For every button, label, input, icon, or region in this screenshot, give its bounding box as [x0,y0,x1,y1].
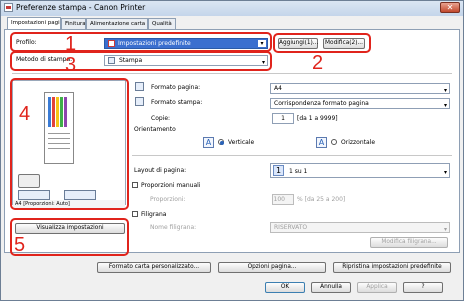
orientation-label: Orientamento [134,126,176,133]
landscape-label: Orizzontale [341,139,376,146]
landscape-radio[interactable] [331,139,337,145]
tab-paper-source[interactable]: Alimentazione carta [86,18,148,29]
scaling-range: % [da 25 a 200] [297,196,346,203]
callout-number-4: 4 [19,103,31,125]
window-title: Preferenze stampa - Canon Printer [16,3,146,12]
callout-box-4 [10,78,129,210]
callout-number-3: 3 [65,54,77,76]
output-size-label: Formato stampa: [151,99,203,106]
divider [12,73,452,74]
output-size-value: Corrispondenza formato pagina [274,100,369,107]
copies-range: [da 1 a 9999] [297,115,338,122]
cancel-button[interactable]: Annulla [311,282,351,293]
scaling-label: Proporzioni: [150,196,186,203]
custom-paper-size-button[interactable]: Formato carta personalizzato... [97,262,211,273]
portrait-icon: A [203,137,214,148]
page-layout-combo[interactable]: 1 1 su 1 ▾ [270,163,450,178]
chevron-down-icon: ▾ [443,102,447,109]
restore-defaults-button[interactable]: Ripristina impostazioni predefinite [333,262,451,273]
watermark-label: Filigrana [141,211,167,218]
edit-watermark-button[interactable]: Modifica filigrana... [370,237,448,248]
callout-box-5 [10,218,129,256]
output-size-combo[interactable]: Corrispondenza formato pagina ▾ [270,98,450,109]
page-layout-label: Layout di pagina: [134,167,187,174]
tab-quality[interactable]: Qualità [148,18,176,29]
watermark-value: RISERVATO [274,224,308,231]
close-button[interactable]: ✕ [440,2,460,13]
chevron-down-icon: ▾ [443,169,447,176]
page-size-combo[interactable]: A4 ▾ [270,83,450,94]
callout-box-2 [273,33,371,53]
page-size-icon [135,82,144,91]
output-size-icon [135,97,144,106]
page-options-button[interactable]: Opzioni pagina... [218,262,326,273]
callout-box-1 [10,32,272,52]
callout-number-5: 5 [14,234,26,256]
chevron-down-icon: ▾ [443,87,447,94]
page-size-value: A4 [274,85,282,92]
layout-icon: 1 [273,165,284,176]
callout-number-2: 2 [312,52,324,74]
manual-scaling-checkbox[interactable] [132,182,138,188]
page-layout-value: 1 su 1 [289,168,308,175]
chevron-down-icon: ▾ [443,226,447,233]
watermark-checkbox[interactable] [132,211,138,217]
ok-button[interactable]: OK [265,282,305,293]
page-size-label: Formato pagina: [151,84,201,91]
scaling-field[interactable]: 100 [272,194,294,205]
portrait-radio[interactable] [218,139,224,145]
portrait-label: Verticale [228,139,255,146]
watermark-name-label: Nome filigrana: [150,224,197,231]
callout-box-3 [10,51,272,71]
help-button[interactable]: ? [403,282,443,293]
copies-field[interactable]: 1 [272,113,294,124]
watermark-combo[interactable]: RISERVATO ▾ [270,222,450,233]
landscape-icon: A [316,137,327,148]
apply-button[interactable]: Applica [357,282,397,293]
tab-finishing[interactable]: Finitura [61,18,86,29]
tab-page-setup[interactable]: Impostazioni pagina [7,17,61,29]
printer-app-icon [4,3,13,12]
manual-scaling-label: Proporzioni manuali [141,182,201,189]
copies-label: Copie: [151,115,171,122]
divider [132,155,452,156]
